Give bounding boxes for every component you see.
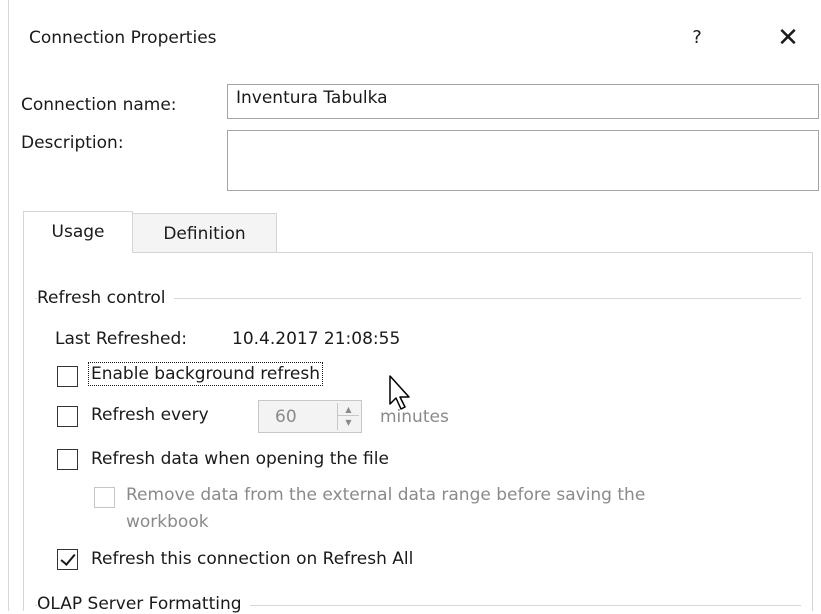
remove-data-label-line2: workbook — [126, 512, 209, 532]
refresh-on-open-checkbox[interactable] — [57, 449, 78, 470]
tab-usage[interactable]: Usage — [23, 211, 133, 254]
stepper-down-icon[interactable]: ▼ — [338, 416, 359, 429]
help-icon[interactable]: ? — [685, 24, 709, 52]
description-field[interactable] — [227, 130, 819, 191]
remove-data-checkbox[interactable] — [94, 487, 115, 508]
refresh-control-title: Refresh control — [37, 288, 174, 308]
enable-background-refresh-label[interactable]: Enable background refresh — [87, 362, 324, 386]
olap-title: OLAP Server Formatting — [37, 594, 250, 614]
mouse-pointer-icon — [389, 375, 410, 410]
refresh-every-checkbox[interactable] — [57, 406, 78, 427]
enable-background-refresh-checkbox[interactable] — [57, 366, 78, 387]
stepper-buttons: ▲ ▼ — [337, 403, 359, 430]
last-refreshed-value: 10.4.2017 21:08:55 — [232, 329, 401, 349]
tab-strip: Usage Definition — [23, 211, 813, 254]
last-refreshed-label: Last Refreshed: — [55, 329, 187, 349]
window-left-edge — [0, 0, 9, 611]
refresh-on-refresh-all-checkbox[interactable] — [57, 549, 78, 570]
close-icon[interactable]: ✕ — [773, 24, 803, 54]
description-label: Description: — [21, 133, 124, 153]
refresh-minutes-value: 60 — [275, 407, 297, 427]
remove-data-label-line1: Remove data from the external data range… — [126, 485, 646, 505]
refresh-every-label[interactable]: Refresh every — [91, 405, 209, 425]
connection-name-label: Connection name: — [21, 95, 177, 115]
refresh-on-open-label[interactable]: Refresh data when opening the file — [91, 449, 389, 469]
dialog-title: Connection Properties — [29, 28, 217, 48]
connection-properties-dialog: Connection Properties ? ✕ Connection nam… — [9, 0, 821, 614]
tab-definition[interactable]: Definition — [133, 213, 277, 253]
refresh-on-refresh-all-label[interactable]: Refresh this connection on Refresh All — [91, 549, 413, 569]
refresh-minutes-stepper[interactable]: 60 ▲ ▼ — [258, 400, 362, 433]
connection-name-field[interactable]: Inventura Tabulka — [227, 84, 819, 119]
stepper-up-icon[interactable]: ▲ — [338, 403, 359, 416]
